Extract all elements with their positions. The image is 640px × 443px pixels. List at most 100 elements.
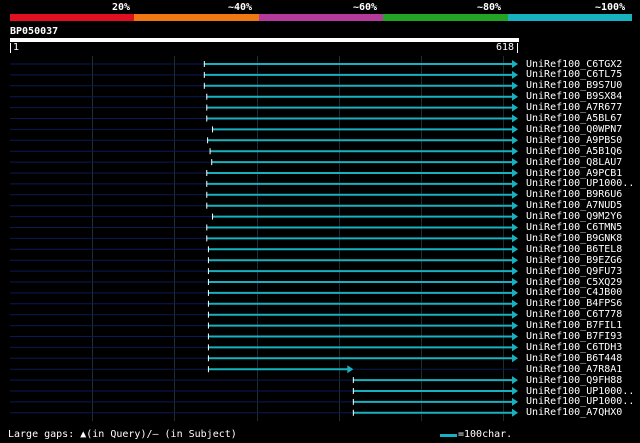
hit-row[interactable]: [10, 321, 518, 330]
hit-label[interactable]: UniRef100_Q9M2Y6: [526, 211, 622, 222]
hit-row[interactable]: [10, 332, 518, 341]
hit-arrow-icon: [512, 70, 518, 79]
hit-arrow-icon: [512, 278, 518, 286]
hit-label[interactable]: UniRef100_B9GNK8: [526, 233, 622, 244]
hit-arrow-icon: [512, 92, 518, 101]
hit-label[interactable]: UniRef100_C6TL75: [526, 69, 622, 80]
hit-row[interactable]: [10, 103, 518, 112]
hit-label[interactable]: UniRef100_Q9FU73: [526, 266, 622, 277]
scale-legend-text: =100char.: [458, 429, 513, 440]
hit-label[interactable]: UniRef100_Q0WPN7: [526, 124, 622, 135]
hit-arrow-icon: [512, 136, 518, 145]
hit-label[interactable]: UniRef100_Q9FH88: [526, 375, 622, 386]
hit-label[interactable]: UniRef100_C6TMN5: [526, 222, 622, 233]
hit-arrow-icon: [512, 234, 518, 243]
large-gaps-legend: Large gaps: ▲(in Query)/– (in Subject): [8, 429, 237, 440]
hit-row[interactable]: [10, 397, 518, 406]
hit-arrow-icon: [512, 60, 518, 68]
hit-row[interactable]: [10, 125, 518, 134]
hit-arrow-icon: [512, 201, 518, 210]
hit-arrow-icon: [512, 212, 518, 221]
hit-arrow-icon: [512, 288, 518, 297]
hit-arrow-icon: [512, 321, 518, 330]
hit-label[interactable]: UniRef100_C5XQ29: [526, 277, 622, 288]
hit-row[interactable]: [10, 354, 518, 363]
hit-row[interactable]: [10, 212, 518, 221]
hit-row[interactable]: [10, 81, 518, 90]
hit-label[interactable]: UniRef100_UP1000..: [526, 178, 634, 189]
hit-arrow-icon: [512, 299, 518, 308]
hit-row[interactable]: [10, 190, 518, 199]
hit-label[interactable]: UniRef100_Q8LAU7: [526, 157, 622, 168]
hit-label[interactable]: UniRef100_UP1000..: [526, 386, 634, 397]
hit-row[interactable]: [10, 256, 518, 265]
hit-row[interactable]: [10, 201, 518, 210]
hit-label[interactable]: UniRef100_A5BL67: [526, 113, 622, 124]
hit-arrow-icon: [512, 179, 518, 188]
hit-row[interactable]: [10, 92, 518, 101]
hit-row[interactable]: [10, 234, 518, 243]
hit-arrow-icon: [512, 387, 518, 395]
hit-row[interactable]: [10, 387, 518, 395]
hit-label[interactable]: UniRef100_B4FPS6: [526, 298, 622, 309]
hit-row[interactable]: [10, 158, 518, 167]
hit-label[interactable]: UniRef100_A9PCB1: [526, 168, 622, 179]
hit-row[interactable]: [10, 70, 518, 79]
hit-row[interactable]: [10, 310, 518, 319]
hit-arrow-icon: [512, 81, 518, 90]
hit-label[interactable]: UniRef100_C4JB00: [526, 287, 622, 298]
hit-label[interactable]: UniRef100_UP1000..: [526, 396, 634, 407]
hit-label[interactable]: UniRef100_C6T778: [526, 309, 622, 320]
hit-row[interactable]: [10, 136, 518, 145]
hit-label[interactable]: UniRef100_A7R677: [526, 102, 622, 113]
hit-arrow-icon: [512, 169, 518, 177]
hit-arrow-icon: [512, 158, 518, 167]
hit-row[interactable]: [10, 299, 518, 308]
hit-label[interactable]: UniRef100_C6TGX2: [526, 59, 622, 70]
hit-arrow-icon: [512, 354, 518, 363]
hit-label[interactable]: UniRef100_B9EZG6: [526, 255, 622, 266]
hit-row[interactable]: [10, 179, 518, 188]
hit-arrow-icon: [512, 408, 518, 417]
hit-row[interactable]: [10, 60, 518, 68]
hit-row[interactable]: [10, 343, 518, 352]
hit-arrow-icon: [512, 223, 518, 232]
hit-label[interactable]: UniRef100_B6TEL8: [526, 244, 622, 255]
hit-row[interactable]: [10, 169, 518, 177]
hit-label[interactable]: UniRef100_B9S7U0: [526, 80, 622, 91]
hit-row[interactable]: [10, 147, 518, 156]
hit-label[interactable]: UniRef100_B7FIL1: [526, 320, 622, 331]
hit-label[interactable]: UniRef100_B7FI93: [526, 331, 622, 342]
hit-row[interactable]: [10, 223, 518, 232]
hit-row[interactable]: [10, 288, 518, 297]
hit-arrow-icon: [512, 125, 518, 134]
hit-label[interactable]: UniRef100_C6TDH3: [526, 342, 622, 353]
hit-arrow-icon: [512, 147, 518, 156]
hit-row[interactable]: [10, 365, 518, 374]
hit-arrow-icon: [512, 343, 518, 352]
hit-row[interactable]: [10, 408, 518, 417]
hit-arrow-icon: [512, 376, 518, 385]
hit-arrow-icon: [512, 332, 518, 341]
hit-label[interactable]: UniRef100_B9R6U6: [526, 189, 622, 200]
hit-label[interactable]: UniRef100_A7R8A1: [526, 364, 622, 375]
hit-label[interactable]: UniRef100_A5B1Q6: [526, 146, 622, 157]
hit-label[interactable]: UniRef100_A7QHX0: [526, 407, 622, 418]
hit-row[interactable]: [10, 114, 518, 123]
hit-row[interactable]: [10, 267, 518, 276]
hit-arrow-icon: [512, 397, 518, 406]
hit-arrow-icon: [512, 256, 518, 265]
hit-arrow-icon: [512, 267, 518, 276]
hit-arrow-icon: [512, 103, 518, 112]
hit-row[interactable]: [10, 245, 518, 254]
hit-label[interactable]: UniRef100_A7NUD5: [526, 200, 622, 211]
hit-label[interactable]: UniRef100_B6T448: [526, 353, 622, 364]
hit-label[interactable]: UniRef100_B9SX84: [526, 91, 622, 102]
hit-arrow-icon: [512, 245, 518, 254]
hit-row[interactable]: [10, 376, 518, 385]
scale-legend-line: [440, 434, 457, 437]
hit-arrow-icon: [512, 310, 518, 319]
hit-label[interactable]: UniRef100_A9PBS0: [526, 135, 622, 146]
hit-arrow-icon: [512, 190, 518, 199]
hit-row[interactable]: [10, 278, 518, 286]
